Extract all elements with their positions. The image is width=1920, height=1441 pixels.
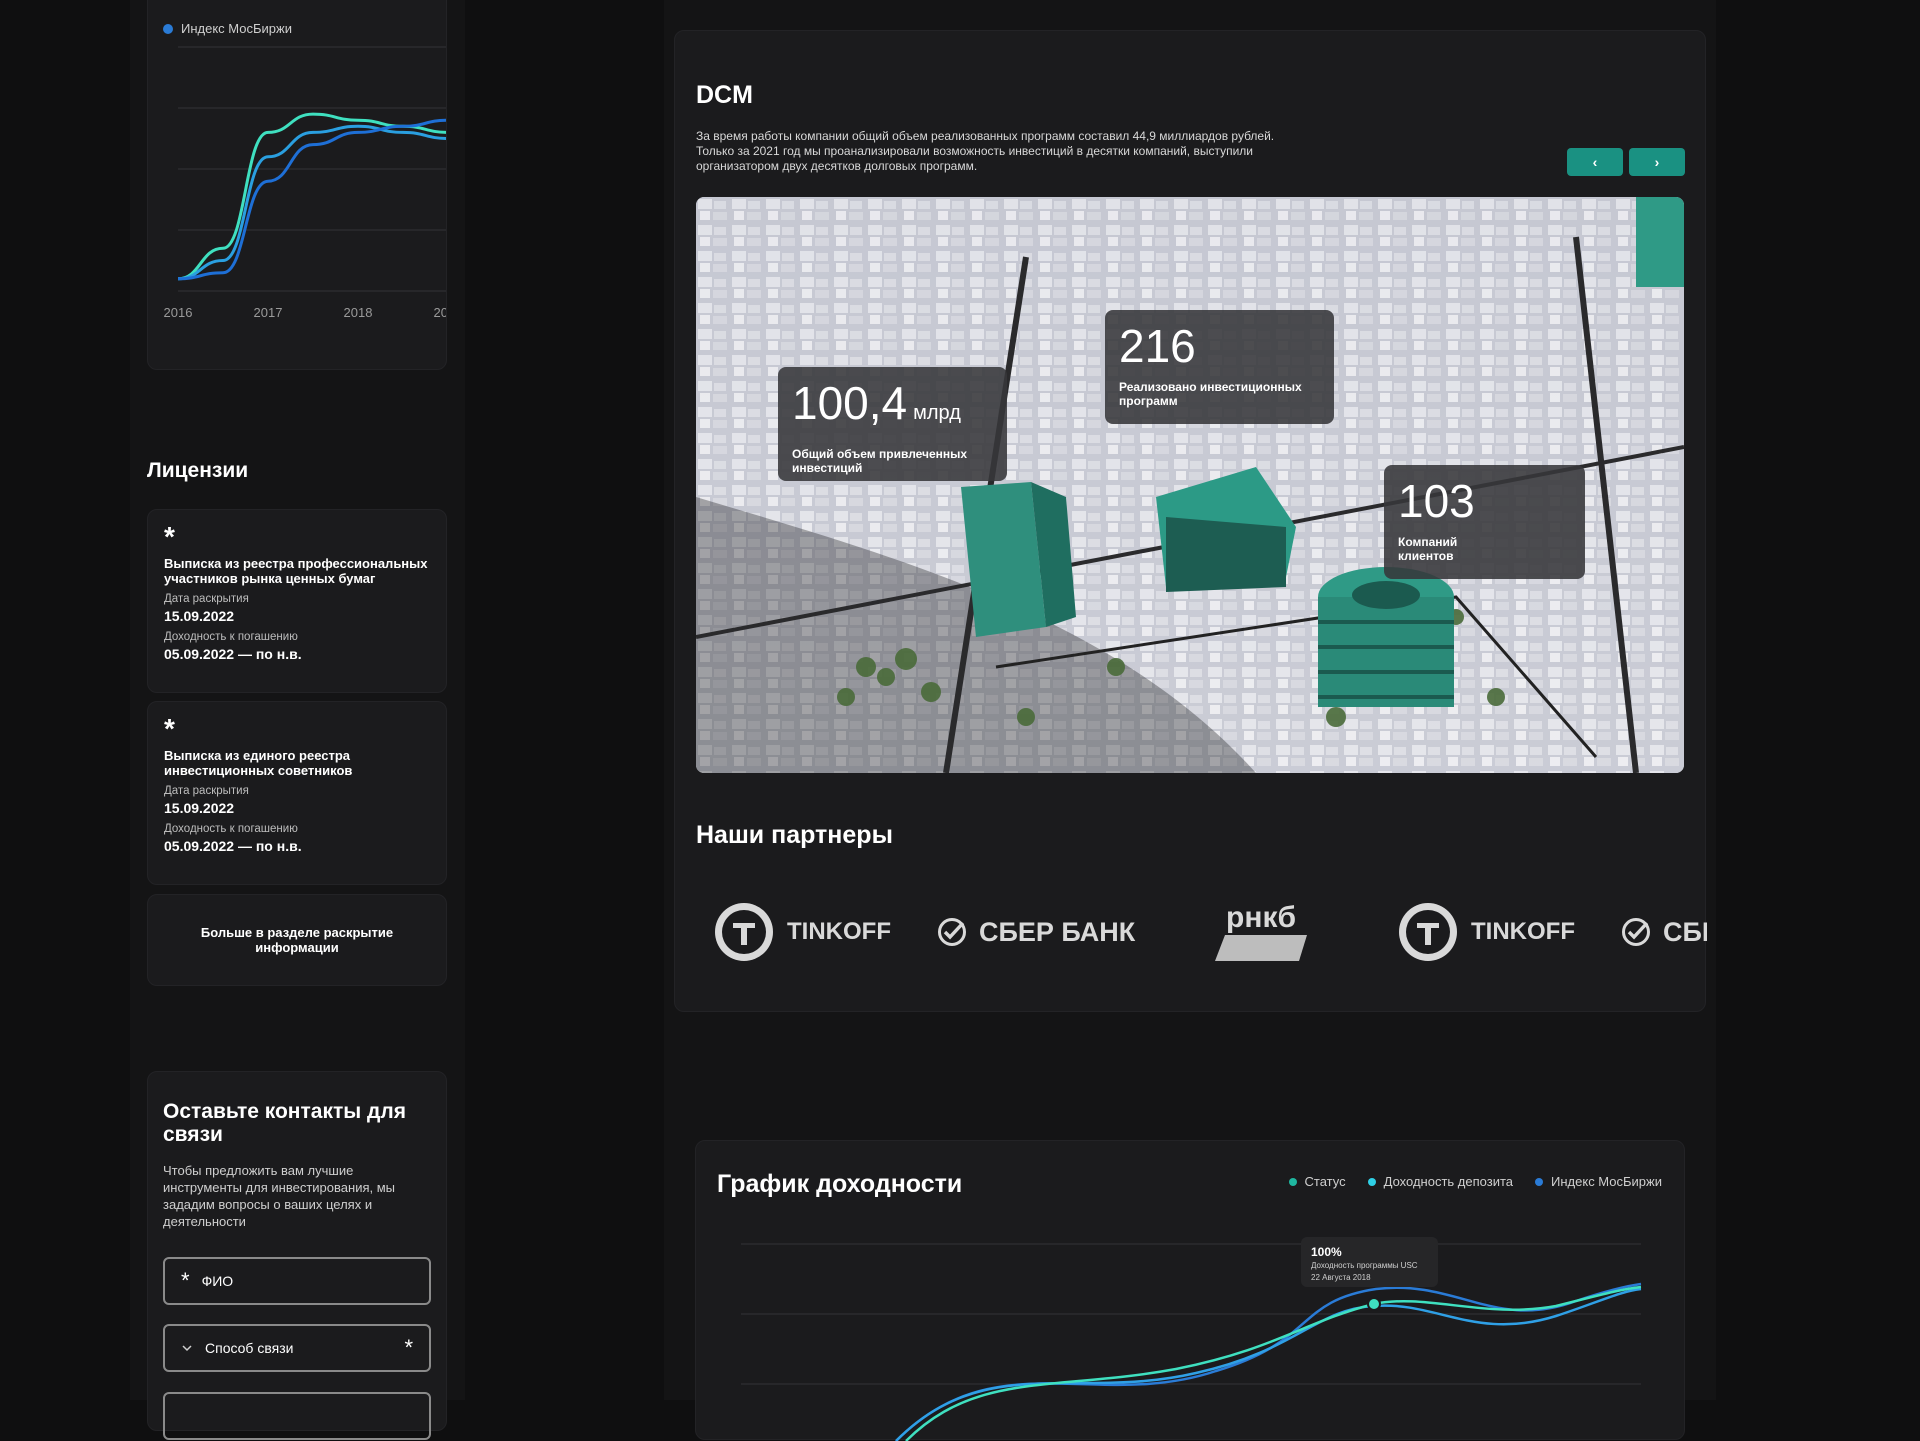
stat-caption: Компаний клиентов [1398,535,1458,563]
sber-check-icon [1622,918,1650,946]
asterisk-icon: * [164,521,175,552]
name-field-placeholder: ФИО [201,1273,234,1289]
stat-value: 103 [1398,475,1475,527]
series-line-1 [177,124,446,281]
x-tick-label: 2017 [254,305,283,320]
stat-investments: 100,4 млрд Общий объем привлеченных инвес… [778,367,1007,481]
partners-carousel: TINKOFF СБЕР БАНК рнкб TINKOFF СБ [675,887,1707,977]
mini-line-chart: 2016 2017 2018 2019 [164,46,447,320]
license-card-1[interactable]: * Выписка из реестра профессиональных уч… [147,509,447,693]
partners-title: Наши партнеры [696,821,893,849]
rnkb-stripe-icon [1215,935,1307,961]
chevron-right-icon: › [1654,154,1660,170]
series-line-2 [177,118,446,281]
more-disclosure-link[interactable]: Больше в разделе раскрытие информации [147,894,447,986]
series-status-line [905,1285,1642,1441]
stat-caption: Общий объем привлеченных инвестиций [792,447,968,475]
partner-name: рнкб [1226,901,1296,934]
city-illustration: 100,4 млрд Общий объем привлеченных инвес… [696,197,1684,773]
next-field[interactable] [163,1392,431,1440]
partner-name: СБЕ [1663,916,1707,947]
partner-name: TINKOFF [1471,918,1575,945]
series-line-0 [177,112,446,281]
tooltip-date: 22 Августа 2018 [1311,1273,1371,1282]
partner-tinkoff[interactable]: TINKOFF [713,887,891,977]
legend-dot-icon [163,23,173,34]
yield-line-chart [741,1243,1642,1441]
stat-value: 100,4 [792,377,908,429]
tooltip-label: Доходность программы USC [1311,1261,1418,1270]
chevron-down-icon [182,1345,192,1352]
license-yield-label: Доходность к погашению [164,823,298,835]
asterisk-icon: * [164,713,175,744]
contact-method-select[interactable]: Способ связи * [163,1324,431,1372]
chart-tooltip: 100% Доходность программы USC 22 Августа… [1301,1237,1438,1287]
license-card-2[interactable]: * Выписка из единого реестра инвестицион… [147,701,447,885]
hover-point[interactable] [1367,1297,1381,1311]
asterisk-icon: * [181,1268,190,1293]
tinkoff-emblem-icon [715,903,773,961]
tinkoff-emblem-icon [1399,903,1457,961]
stat-unit: млрд [913,402,961,424]
license-yield: 05.09.2022 — по н.в. [164,646,302,662]
dcm-title: DCM [696,81,753,109]
chevron-left-icon: ‹ [1592,154,1598,170]
partner-name: СБЕР БАНК [979,916,1136,947]
contact-form-card: Оставьте контакты для связи Чтобы предло… [147,1071,447,1440]
x-tick-label: 2016 [164,305,193,320]
mini-chart-legend: Индекс МосБиржи [163,21,292,36]
series-moex-line [895,1282,1642,1441]
contact-description: Чтобы предложить вам лучшие инструменты … [163,1163,395,1229]
licenses-title: Лицензии [147,459,249,482]
stat-value: 216 [1119,320,1196,372]
partner-name: TINKOFF [787,918,891,945]
series-deposit-line [895,1287,1642,1441]
mini-chart-card: Индекс МосБиржи 2016 2017 2018 2019 [147,0,447,370]
x-tick-label: 2018 [344,305,373,320]
x-tick-label: 2019 [434,305,447,320]
stat-programs: 216 Реализовано инвестиционных программ [1105,310,1334,424]
license-date: 15.09.2022 [164,608,235,624]
more-disclosure-label: Больше в разделе раскрытие информации [200,925,394,955]
partner-sber[interactable]: СБЕР БАНК [937,887,1135,977]
tooltip-value: 100% [1311,1245,1342,1259]
dcm-description: За время работы компании общий объем реа… [696,129,1275,173]
license-date-label: Дата раскрытия [164,785,249,797]
contact-method-placeholder: Способ связи [205,1340,294,1356]
license-yield: 05.09.2022 — по н.в. [164,838,302,854]
stat-caption: Реализовано инвестиционных программ [1119,380,1302,408]
prev-button[interactable]: ‹ [1567,148,1623,176]
partner-tinkoff-2[interactable]: TINKOFF [1397,887,1575,977]
license-yield-label: Доходность к погашению [164,631,298,643]
license-title: Выписка из реестра профессиональных учас… [164,556,428,586]
license-title: Выписка из единого реестра инвестиционны… [164,748,353,778]
sber-check-icon [938,918,966,946]
dcm-card: DCM За время работы компании общий объем… [674,30,1707,1012]
stat-clients: 103 Компаний клиентов [1384,465,1585,579]
legend-label: Индекс МосБиржи [181,21,292,36]
partner-sber-2[interactable]: СБЕ [1621,887,1707,977]
partner-rnkb[interactable]: рнкб [1215,887,1307,977]
name-field[interactable]: * ФИО [163,1257,431,1305]
next-button[interactable]: › [1629,148,1685,176]
yield-chart-card: График доходности Статус Доходность депо… [695,1140,1685,1441]
asterisk-icon: * [404,1335,413,1360]
license-date: 15.09.2022 [164,800,235,816]
contact-title: Оставьте контакты для связи [163,1100,406,1146]
license-date-label: Дата раскрытия [164,593,249,605]
